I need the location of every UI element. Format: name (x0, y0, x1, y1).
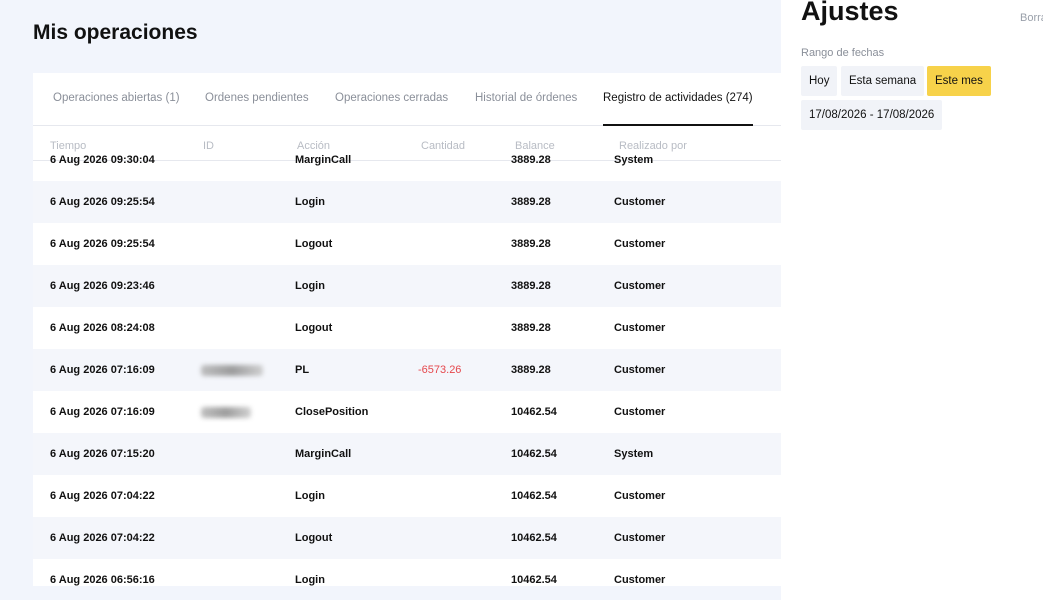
page-title: Mis operaciones (33, 21, 198, 44)
tab-pending-orders[interactable]: Ordenes pendientes (205, 73, 309, 125)
cell-time: 6 Aug 2026 07:15:20 (50, 448, 155, 460)
date-range-label: Rango de fechas (801, 47, 885, 59)
table-row[interactable]: 6 Aug 2026 09:23:46 Login 3889.28 Customer (33, 265, 781, 307)
cell-balance: 10462.54 (511, 448, 557, 460)
cell-performed-by: Customer (614, 406, 666, 418)
redacted-id (201, 365, 263, 376)
cell-performed-by: System (614, 154, 654, 166)
cell-balance: 3889.28 (511, 238, 551, 250)
cell-balance: 3889.28 (511, 364, 551, 376)
cell-performed-by: Customer (614, 490, 666, 502)
tab-bar: Operaciones abiertas (1) Ordenes pendien… (33, 73, 781, 126)
table-row[interactable]: 6 Aug 2026 07:16:09 ClosePosition 10462.54… (33, 391, 781, 433)
table-row[interactable]: 6 Aug 2026 06:56:16 Login 10462.54 Customer (33, 559, 781, 586)
clear-filters-link[interactable]: Borrar (1020, 12, 1043, 24)
cell-amount: -6573.26 (418, 364, 462, 376)
cell-balance: 3889.28 (511, 280, 551, 292)
cell-performed-by: Customer (614, 574, 666, 586)
chip-this-week[interactable]: Esta semana (841, 66, 925, 96)
cell-action: Logout (295, 322, 333, 334)
table-row[interactable]: 6 Aug 2026 07:16:09 PL -6573.26 3889.28 Cust… (33, 349, 781, 391)
cell-time: 6 Aug 2026 06:56:16 (50, 574, 155, 586)
activity-table-body: 6 Aug 2026 09:30:04 MarginCall 3889.28 Syst… (33, 154, 781, 586)
chip-today[interactable]: Hoy (801, 66, 838, 96)
table-row[interactable]: 6 Aug 2026 07:04:22 Login 10462.54 Customer (33, 475, 781, 517)
cell-action: PL (295, 364, 310, 376)
table-row[interactable]: 6 Aug 2026 09:25:54 Logout 3889.28 Customer (33, 223, 781, 265)
cell-performed-by: System (614, 448, 654, 460)
cell-performed-by: Customer (614, 322, 666, 334)
cell-time: 6 Aug 2026 09:25:54 (50, 238, 155, 250)
table-row[interactable]: 6 Aug 2026 09:25:54 Login 3889.28 Customer (33, 181, 781, 223)
table-row[interactable]: 6 Aug 2026 09:30:04 MarginCall 3889.28 Syst… (33, 139, 781, 181)
cell-action: Login (295, 574, 325, 586)
cell-balance: 3889.28 (511, 322, 551, 334)
cell-time: 6 Aug 2026 09:30:04 (50, 154, 155, 166)
cell-time: 6 Aug 2026 07:16:09 (50, 364, 155, 376)
cell-action: Login (295, 196, 325, 208)
cell-time: 6 Aug 2026 08:24:08 (50, 322, 155, 334)
tab-open-operations[interactable]: Operaciones abiertas (1) (53, 73, 180, 125)
cell-action: Logout (295, 238, 333, 250)
cell-action: ClosePosition (295, 406, 369, 418)
tab-closed-operations[interactable]: Operaciones cerradas (335, 73, 448, 125)
table-row[interactable]: 6 Aug 2026 08:24:08 Logout 3889.28 Customer (33, 307, 781, 349)
cell-performed-by: Customer (614, 196, 666, 208)
cell-balance: 10462.54 (511, 490, 557, 502)
operations-card: Operaciones abiertas (1) Ordenes pendien… (33, 73, 781, 586)
cell-balance: 3889.28 (511, 196, 551, 208)
cell-action: Login (295, 280, 325, 292)
tab-activity-log[interactable]: Registro de actividades (274) (603, 73, 753, 126)
panel-title: Ajustes (801, 0, 899, 26)
cell-time: 6 Aug 2026 09:23:46 (50, 280, 155, 292)
table-row[interactable]: 6 Aug 2026 07:04:22 Logout 10462.54 Custome… (33, 517, 781, 559)
cell-performed-by: Customer (614, 532, 666, 544)
cell-time: 6 Aug 2026 07:04:22 (50, 532, 155, 544)
settings-panel: Ajustes Borrar Rango de fechas Hoy Esta … (781, 0, 1043, 600)
cell-action: MarginCall (295, 448, 352, 460)
cell-performed-by: Customer (614, 280, 666, 292)
cell-time: 6 Aug 2026 07:16:09 (50, 406, 155, 418)
cell-action: Login (295, 490, 325, 502)
cell-action: MarginCall (295, 154, 352, 166)
chip-this-month[interactable]: Este mes (927, 66, 991, 96)
cell-time: 6 Aug 2026 09:25:54 (50, 196, 155, 208)
cell-performed-by: Customer (614, 238, 666, 250)
cell-balance: 10462.54 (511, 532, 557, 544)
cell-action: Logout (295, 532, 333, 544)
cell-balance: 10462.54 (511, 406, 557, 418)
cell-performed-by: Customer (614, 364, 666, 376)
date-range-picker[interactable]: 17/08/2026 - 17/08/2026 (801, 100, 943, 130)
tab-order-history[interactable]: Historial de órdenes (475, 73, 577, 125)
cell-balance: 3889.28 (511, 154, 551, 166)
cell-time: 6 Aug 2026 07:04:22 (50, 490, 155, 502)
cell-balance: 10462.54 (511, 574, 557, 586)
redacted-id (201, 407, 251, 418)
table-row[interactable]: 6 Aug 2026 07:15:20 MarginCall 10462.54 Sys… (33, 433, 781, 475)
